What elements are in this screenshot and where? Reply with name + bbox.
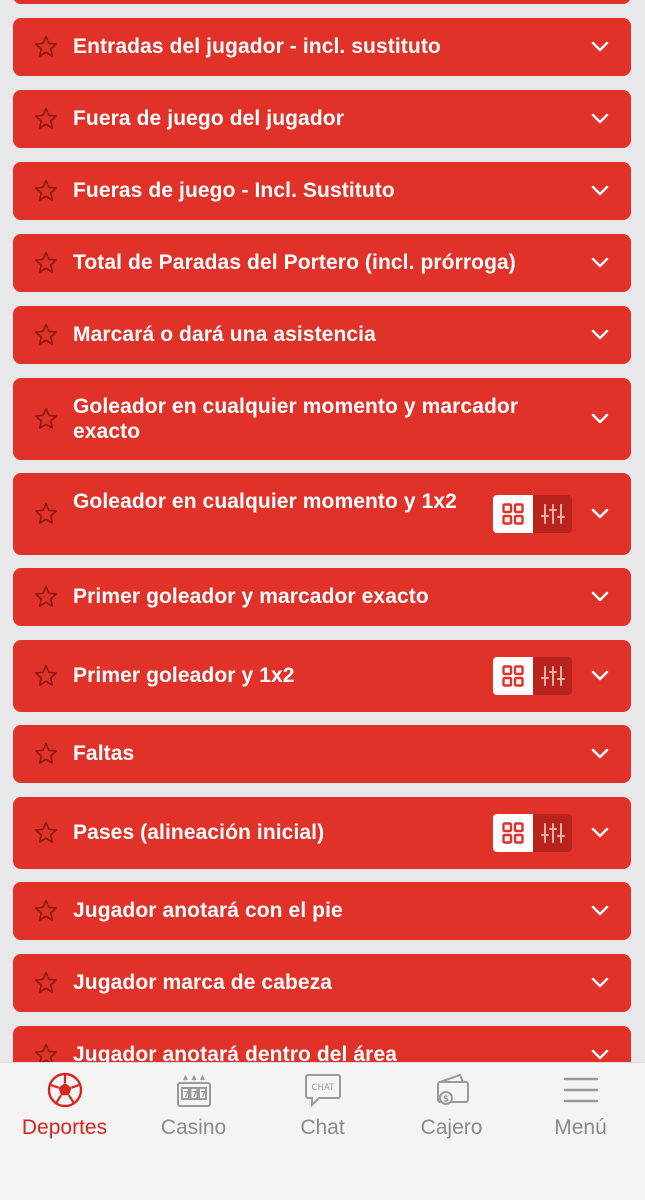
chevron-down-icon[interactable] <box>591 591 609 603</box>
market-row[interactable]: Primer goleador y marcador exacto <box>13 568 631 626</box>
builder-view-button[interactable] <box>533 657 572 695</box>
market-title: Jugador anotará dentro del área <box>73 1043 398 1062</box>
nav-deportes[interactable]: Deportes <box>0 1063 129 1163</box>
market-title: Primer goleador y 1x2 <box>73 664 295 687</box>
market-title: Jugador anotará con el pie <box>73 899 343 922</box>
nav-label: Deportes <box>21 1116 108 1139</box>
sliders-icon <box>540 504 565 524</box>
market-title: Entradas del jugador - incl. sustituto <box>73 35 441 58</box>
nav-label: Menú <box>554 1116 607 1139</box>
star-icon[interactable] <box>33 820 59 846</box>
star-icon[interactable] <box>33 406 59 432</box>
star-icon[interactable] <box>33 106 59 132</box>
market-row[interactable] <box>13 0 631 4</box>
svg-text:7: 7 <box>183 1090 189 1099</box>
nav-cajero[interactable]: $ Cajero <box>387 1063 516 1163</box>
market-row[interactable]: Goleador en cualquier momento y marcador… <box>13 378 631 460</box>
market-title: Pases (alineación inicial) <box>73 821 325 844</box>
star-icon[interactable] <box>33 970 59 996</box>
wallet-icon: $ <box>436 1073 469 1105</box>
sliders-icon <box>540 823 565 843</box>
view-toggle <box>493 814 572 852</box>
market-title: Fuera de juego del jugador <box>73 107 344 130</box>
market-row[interactable]: Pases (alineación inicial) <box>13 797 631 869</box>
grid-view-button[interactable] <box>493 657 533 695</box>
chevron-down-icon[interactable] <box>591 185 609 197</box>
star-icon[interactable] <box>33 584 59 610</box>
market-title: Primer goleador y marcador exacto <box>73 585 429 608</box>
market-row[interactable]: Entradas del jugador - incl. sustituto <box>13 18 631 76</box>
star-icon[interactable] <box>33 322 59 348</box>
chevron-down-icon[interactable] <box>591 827 609 839</box>
market-title: Fueras de juego - Incl. Sustituto <box>73 179 395 202</box>
grid-view-button[interactable] <box>493 495 533 533</box>
nav-casino[interactable]: 777 Casino <box>129 1063 258 1163</box>
market-row[interactable]: Faltas <box>13 725 631 783</box>
view-toggle <box>493 495 572 533</box>
market-row[interactable]: Jugador anotará dentro del área <box>13 1026 631 1062</box>
slot-machine-icon: 777 <box>176 1074 211 1107</box>
market-title: Faltas <box>73 742 135 765</box>
bottom-navigation: Deportes 777 Casino CHAT Chat $ Cajero M… <box>0 1062 645 1200</box>
chat-icon-text: CHAT <box>311 1083 334 1093</box>
svg-text:7: 7 <box>200 1090 206 1099</box>
soccer-ball-icon <box>47 1072 82 1108</box>
chat-icon: CHAT <box>304 1074 341 1108</box>
chevron-down-icon[interactable] <box>591 413 609 425</box>
chevron-down-icon[interactable] <box>591 670 609 682</box>
market-row[interactable]: Fuera de juego del jugador <box>13 90 631 148</box>
star-icon[interactable] <box>33 34 59 60</box>
market-row[interactable]: Goleador en cualquier momento y 1x2 <box>13 473 631 555</box>
market-row[interactable]: Total de Paradas del Portero (incl. prór… <box>13 234 631 292</box>
chevron-down-icon[interactable] <box>591 257 609 269</box>
market-title: Goleador en cualquier momento y marcador… <box>73 395 519 443</box>
nav-label: Casino <box>160 1116 227 1139</box>
builder-view-button[interactable] <box>533 814 572 852</box>
star-icon[interactable] <box>33 250 59 276</box>
chevron-down-icon[interactable] <box>591 41 609 53</box>
sliders-icon <box>540 666 565 686</box>
svg-text:$: $ <box>442 1095 448 1105</box>
chevron-down-icon[interactable] <box>591 113 609 125</box>
star-icon[interactable] <box>33 741 59 767</box>
market-row[interactable]: Primer goleador y 1x2 <box>13 640 631 712</box>
grid-icon <box>502 665 524 687</box>
star-icon[interactable] <box>33 898 59 924</box>
grid-view-button[interactable] <box>493 814 533 852</box>
market-row[interactable]: Fueras de juego - Incl. Sustituto <box>13 162 631 220</box>
chevron-down-icon[interactable] <box>591 329 609 341</box>
chevron-down-icon[interactable] <box>591 905 609 917</box>
nav-label: Chat <box>300 1116 345 1139</box>
star-icon[interactable] <box>33 501 59 527</box>
star-icon[interactable] <box>33 1042 59 1062</box>
hamburger-menu-icon <box>563 1077 598 1103</box>
nav-menu[interactable]: Menú <box>516 1063 645 1163</box>
nav-label: Cajero <box>420 1116 483 1139</box>
market-title: Marcará o dará una asistencia <box>73 323 376 346</box>
builder-view-button[interactable] <box>533 495 572 533</box>
market-title: Goleador en cualquier momento y 1x2 <box>73 490 457 513</box>
view-toggle <box>493 657 572 695</box>
nav-chat[interactable]: CHAT Chat <box>258 1063 387 1163</box>
grid-icon <box>502 822 524 844</box>
market-title: Jugador marca de cabeza <box>73 971 333 994</box>
chevron-down-icon[interactable] <box>591 1049 609 1061</box>
svg-text:7: 7 <box>192 1090 198 1099</box>
market-title: Total de Paradas del Portero (incl. prór… <box>73 251 516 274</box>
chevron-down-icon[interactable] <box>591 977 609 989</box>
star-icon[interactable] <box>33 178 59 204</box>
market-row[interactable]: Jugador anotará con el pie <box>13 882 631 940</box>
chevron-down-icon[interactable] <box>591 508 609 520</box>
grid-icon <box>502 503 524 525</box>
chevron-down-icon[interactable] <box>591 748 609 760</box>
market-row[interactable]: Jugador marca de cabeza <box>13 954 631 1012</box>
market-row[interactable]: Marcará o dará una asistencia <box>13 306 631 364</box>
markets-list: Entradas del jugador - incl. sustituto F… <box>0 0 645 1062</box>
star-icon[interactable] <box>33 663 59 689</box>
